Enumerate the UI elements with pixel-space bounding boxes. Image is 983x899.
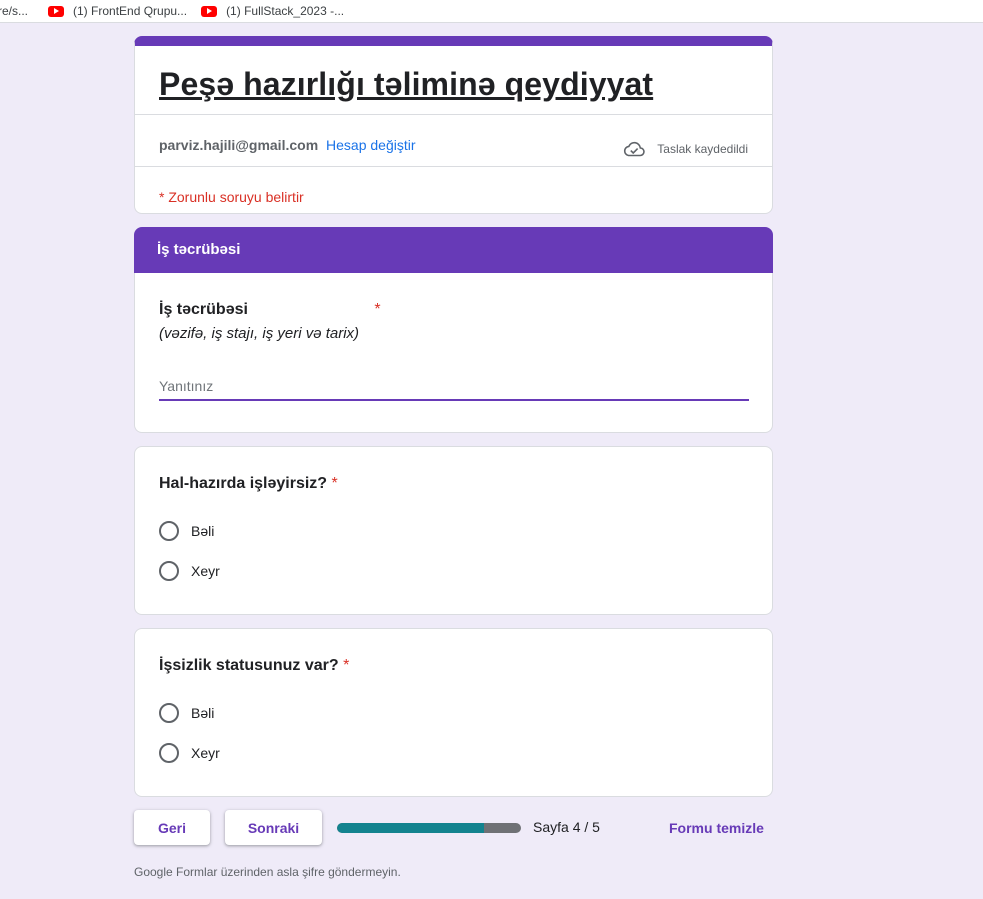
radio-option-xeyr[interactable]: Xeyr [159, 743, 220, 763]
question-title: Hal-hazırda işləyirsiz? * [159, 475, 338, 493]
draft-status-text: Taslak kaydedildi [657, 142, 748, 156]
youtube-icon [201, 5, 218, 17]
required-asterisk: * [331, 475, 338, 492]
account-row: parviz.hajili@gmail.com Hesap değiştir [159, 137, 416, 153]
question-title-text: İş təcrübəsi [159, 301, 248, 318]
bookmark-item[interactable]: re/s... [0, 4, 28, 18]
radio-button[interactable] [159, 561, 179, 581]
divider [135, 114, 772, 115]
form-header-card: Peşə hazırlığı təliminə qeydiyyat parviz… [134, 36, 773, 214]
option-label: Bəli [191, 523, 215, 539]
answer-input[interactable] [159, 373, 749, 401]
bookmark-label: (1) FullStack_2023 -... [226, 4, 345, 18]
divider [135, 166, 772, 167]
radio-option-beli[interactable]: Bəli [159, 703, 214, 723]
section-title: İş təcrübəsi [157, 241, 241, 258]
radio-option-beli[interactable]: Bəli [159, 521, 214, 541]
question-title: İşsizlik statusunuz var? * [159, 657, 349, 675]
required-asterisk: * [343, 657, 350, 674]
section-header: İş təcrübəsi [134, 227, 773, 274]
radio-button[interactable] [159, 521, 179, 541]
switch-account-link[interactable]: Hesap değiştir [326, 137, 416, 153]
option-label: Xeyr [191, 563, 220, 579]
option-label: Xeyr [191, 745, 220, 761]
draft-status: Taslak kaydedildi [623, 141, 748, 157]
bookmarks-bar: re/s... (1) FrontEnd Qrupu... (1) FullSt… [0, 0, 983, 23]
form-title: Peşə hazırlığı təliminə qeydiyyat [159, 66, 654, 102]
required-asterisk: * [374, 301, 381, 318]
option-label: Bəli [191, 705, 215, 721]
next-button[interactable]: Sonraki [225, 810, 322, 845]
radio-button[interactable] [159, 703, 179, 723]
account-email: parviz.hajili@gmail.com [159, 137, 319, 153]
progress-fill [337, 823, 485, 833]
required-note: * Zorunlu soruyu belirtir [159, 189, 304, 205]
youtube-icon [48, 5, 65, 17]
password-warning: Google Formlar üzerinden asla şifre gönd… [134, 865, 401, 879]
bookmark-label: re/s... [0, 4, 29, 18]
page-indicator: Sayfa 4 / 5 [533, 819, 600, 835]
question-title: İş təcrübəsi * [159, 301, 381, 319]
progress-bar [337, 823, 521, 833]
radio-option-xeyr[interactable]: Xeyr [159, 561, 220, 581]
bookmark-label: (1) FrontEnd Qrupu... [73, 4, 188, 18]
question-title-text: İşsizlik statusunuz var? [159, 657, 339, 674]
question-title-text: Hal-hazırda işləyirsiz? [159, 475, 328, 492]
bookmark-item[interactable]: (1) FullStack_2023 -... [201, 4, 344, 18]
question-card: İş təcrübəsi * (vəzifə, iş stajı, iş yer… [134, 273, 773, 433]
question-description: (vəzifə, iş stajı, iş yeri və tarix) [159, 325, 360, 342]
clear-form-button[interactable]: Formu temizle [669, 820, 764, 836]
question-card: Hal-hazırda işləyirsiz? * Bəli Xeyr [134, 446, 773, 615]
bookmark-item[interactable]: (1) FrontEnd Qrupu... [48, 4, 187, 18]
cloud-done-icon [624, 141, 646, 157]
radio-button[interactable] [159, 743, 179, 763]
back-button[interactable]: Geri [134, 810, 210, 845]
question-card: İşsizlik statusunuz var? * Bəli Xeyr [134, 628, 773, 797]
